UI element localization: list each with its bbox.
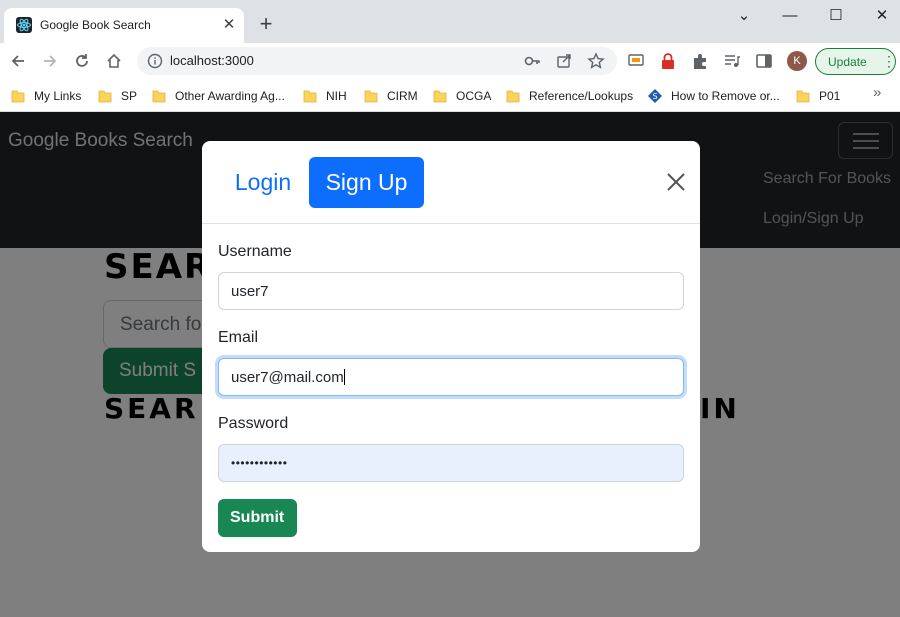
lock-extension-icon[interactable] bbox=[659, 52, 677, 70]
username-field[interactable]: user7 bbox=[218, 272, 684, 310]
bookmark-label: Other Awarding Ag... bbox=[175, 89, 285, 103]
bookmark-label: CIRM bbox=[387, 89, 418, 103]
key-icon[interactable] bbox=[523, 52, 541, 70]
email-value: user7@mail.com bbox=[231, 369, 344, 386]
bookmark-label: OCGA bbox=[456, 89, 492, 103]
folder-icon bbox=[152, 90, 166, 103]
folder-icon bbox=[303, 90, 317, 103]
update-button[interactable]: Update ⋮ bbox=[815, 48, 896, 75]
new-tab-button[interactable]: + bbox=[254, 13, 278, 37]
bookmark-star-icon[interactable] bbox=[587, 52, 605, 70]
extensions-icon[interactable] bbox=[691, 52, 709, 70]
email-label: Email bbox=[218, 329, 259, 346]
modal-header: Login Sign Up bbox=[202, 141, 700, 224]
username-value: user7 bbox=[231, 283, 269, 300]
password-label: Password bbox=[218, 415, 289, 432]
profile-avatar[interactable]: K bbox=[787, 51, 807, 71]
email-field[interactable]: user7@mail.com bbox=[218, 358, 684, 396]
folder-icon bbox=[506, 90, 520, 103]
tab-search-icon[interactable]: ⌄ bbox=[730, 4, 758, 28]
forward-icon[interactable] bbox=[38, 49, 62, 73]
update-label: Update bbox=[828, 55, 867, 69]
auth-modal: Login Sign Up Username user7 Email user7… bbox=[202, 141, 700, 552]
home-icon[interactable] bbox=[102, 49, 126, 73]
svg-text:S: S bbox=[652, 92, 657, 101]
reload-icon[interactable] bbox=[70, 49, 94, 73]
react-icon bbox=[16, 17, 32, 33]
bookmark-label: P01 bbox=[819, 89, 841, 103]
tab-close-icon[interactable]: ✕ bbox=[220, 16, 238, 34]
password-field[interactable]: •••••••••••• bbox=[218, 444, 684, 482]
browser-tab[interactable]: Google Book Search ✕ bbox=[4, 8, 244, 43]
password-value: •••••••••••• bbox=[231, 456, 288, 470]
browser-toolbar: localhost:3000 K Update ⋮ bbox=[0, 43, 900, 79]
window-close-icon[interactable]: ✕ bbox=[868, 4, 896, 28]
tab-signup[interactable]: Sign Up bbox=[309, 157, 424, 208]
folder-icon bbox=[98, 90, 112, 103]
submit-label: Submit bbox=[230, 509, 285, 526]
bookmark-label: Reference/Lookups bbox=[529, 89, 634, 103]
submit-button[interactable]: Submit bbox=[218, 499, 297, 537]
username-label: Username bbox=[218, 243, 292, 260]
minimize-icon[interactable]: — bbox=[776, 4, 804, 28]
folder-icon bbox=[364, 90, 378, 103]
share-icon[interactable] bbox=[555, 52, 573, 70]
folder-icon bbox=[796, 90, 810, 103]
bookmark-label: How to Remove or... bbox=[671, 89, 780, 103]
page-content: Google Books Search Search For Books Log… bbox=[0, 112, 900, 617]
tab-login[interactable]: Login bbox=[217, 157, 309, 208]
address-bar[interactable]: localhost:3000 bbox=[137, 47, 617, 75]
email-value-wrap: user7@mail.com bbox=[231, 369, 345, 386]
url-text: localhost:3000 bbox=[170, 53, 254, 68]
cast-icon[interactable] bbox=[627, 52, 645, 70]
bookmarks-overflow-icon[interactable]: » bbox=[873, 84, 881, 101]
media-queue-icon[interactable] bbox=[723, 52, 741, 70]
bookmark-label: My Links bbox=[34, 89, 82, 103]
tab-title: Google Book Search bbox=[40, 18, 151, 32]
text-caret bbox=[343, 369, 345, 385]
info-icon[interactable] bbox=[147, 53, 163, 69]
bookmarks-bar: My Links SP Other Awarding Ag... NIH CIR… bbox=[0, 79, 900, 112]
kebab-menu-icon[interactable]: ⋮ bbox=[882, 52, 896, 70]
bookmark-label: NIH bbox=[326, 89, 347, 103]
side-panel-icon[interactable] bbox=[755, 52, 773, 70]
maximize-icon[interactable]: ☐ bbox=[822, 4, 850, 28]
close-icon[interactable] bbox=[662, 168, 690, 196]
site-icon: S bbox=[648, 89, 662, 103]
browser-tabstrip: Google Book Search ✕ + ⌄ — ☐ ✕ bbox=[0, 0, 900, 43]
folder-icon bbox=[433, 90, 447, 103]
bookmark-label: SP bbox=[121, 89, 138, 103]
back-icon[interactable] bbox=[6, 49, 30, 73]
folder-icon bbox=[11, 90, 25, 103]
